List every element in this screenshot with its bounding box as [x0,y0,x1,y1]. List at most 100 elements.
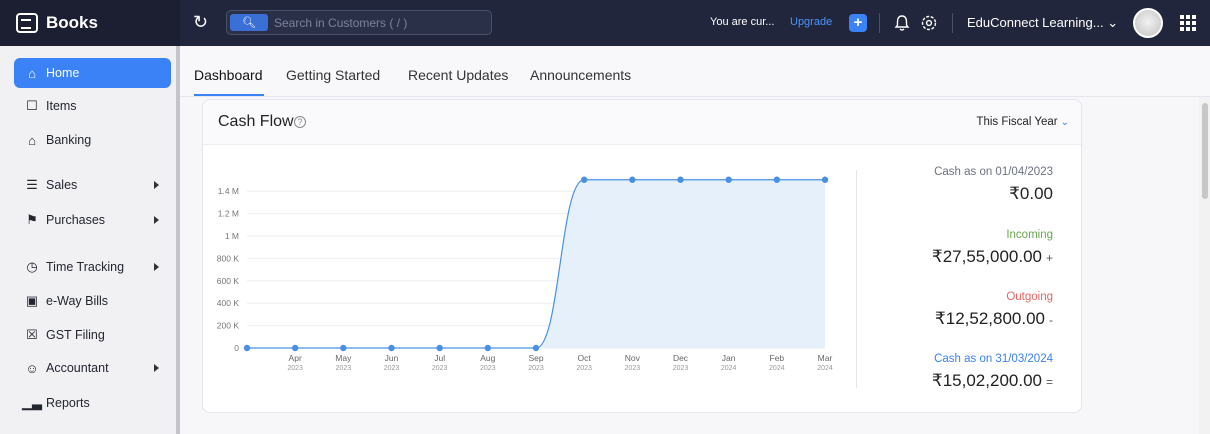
data-point [243,344,251,352]
data-point [436,344,443,352]
data-point [484,344,492,352]
sidebar-item-gst-filing[interactable]: ☒ GST Filing [14,320,171,350]
data-point [291,344,299,352]
cash-flow-chart: 0 200 K 400 K 600 K 800 K 1 M 1.2 M 1.4 M Apr 202… [217,176,833,372]
bell-icon[interactable] [893,14,911,32]
x-tick-year: 2023 [625,365,641,372]
accountant-icon: ☺ [25,360,39,376]
app-name: Books [46,13,98,32]
data-point [388,344,395,352]
sidebar-item-label: Sales [46,178,78,192]
data-point [677,176,684,183]
x-tick-label: Oct [578,353,592,363]
x-tick-year: 2023 [576,365,592,372]
sidebar-item-label: Banking [46,133,92,147]
apps-grid-icon[interactable] [1180,15,1196,31]
home-icon: ⌂ [28,65,36,81]
x-tick-label: Mar [818,353,833,363]
tab-dashboard[interactable]: Dashboard [194,67,263,83]
chevron-down-icon: ⌄ [1107,15,1119,30]
period-dropdown[interactable]: This Fiscal Year ⌄ [976,116,1069,128]
y-tick-label: 1.2 M [218,209,239,219]
x-tick-year: 2023 [432,365,448,372]
upgrade-link[interactable]: Upgrade [790,16,832,28]
refresh-icon[interactable]: ↻ [193,12,208,33]
top-bar: Books ↻ 🔍︎ You are cur... Upgrade + EduC… [0,0,1210,46]
chevron-down-icon: ⌄ [1060,117,1069,128]
sidebar-item-sales[interactable]: ☰ Sales [14,170,171,200]
search-scope-button[interactable]: 🔍︎ [230,14,268,31]
tab-announcements[interactable]: Announcements [530,67,631,83]
timer-icon: ◷ [26,259,38,274]
search-bar: 🔍︎ [226,10,492,35]
cart-icon: ☰ [26,177,38,192]
sidebar-item-banking[interactable]: ⌂ Banking [14,125,171,155]
active-tab-indicator [194,94,264,96]
help-circle-icon[interactable]: ? [294,116,306,128]
sidebar-item-label: Home [46,66,80,80]
card-title: Cash Flow [218,113,294,130]
x-tick-year: 2023 [287,365,303,372]
content-scrollbar[interactable] [1199,97,1210,434]
app-logo[interactable]: Books [0,0,180,46]
incoming-value: ₹27,55,000.00 + [931,247,1053,266]
sidebar-item-label: Accountant [46,361,109,375]
summary-opening: Cash as on 01/04/2023 ₹0.00 [934,166,1053,204]
trial-notice[interactable]: You are cur... [710,16,774,28]
divider [879,13,880,33]
gear-icon[interactable] [920,14,938,32]
tab-recent-updates[interactable]: Recent Updates [408,67,508,83]
sidebar-item-label: Time Tracking [46,260,125,274]
y-tick-label: 800 K [217,253,240,263]
x-tick-label: Jul [434,353,445,363]
x-tick-label: Jun [385,353,399,363]
expand-icon [154,364,159,372]
x-tick-label: May [335,353,352,363]
card-header: Cash Flow ? This Fiscal Year ⌄ [203,100,1081,145]
sidebar-item-eway-bills[interactable]: ▣ e-Way Bills [14,286,171,316]
summary-incoming: Incoming ₹27,55,000.00 + [932,229,1053,267]
x-tick-year: 2024 [721,365,737,372]
sidebar-item-reports[interactable]: ▁▃ Reports [14,388,171,418]
sidebar-item-label: e-Way Bills [46,294,109,308]
expand-icon [154,181,159,189]
opening-value: ₹0.00 [1009,184,1053,203]
sidebar-item-time-tracking[interactable]: ◷ Time Tracking [14,252,171,282]
x-tick-label: Aug [480,353,495,363]
sidebar-item-purchases[interactable]: ⚑ Purchases [14,205,171,235]
x-tick-label: Nov [625,353,641,363]
sidebar-scrollbar[interactable] [176,46,180,434]
x-tick-year: 2023 [336,365,352,372]
sidebar-item-home[interactable]: ⌂ Home [14,58,171,88]
data-point [340,344,347,352]
search-icon: 🔍︎ [242,17,256,29]
gst-icon: ☒ [26,327,38,342]
search-input[interactable] [274,15,484,30]
opening-label: Cash as on 01/04/2023 [934,166,1053,178]
quick-create-button[interactable]: + [849,14,867,32]
outgoing-value: ₹12,52,800.00- [934,309,1053,328]
y-tick-label: 400 K [217,298,240,308]
x-tick-label: Feb [770,353,785,363]
books-logo-icon [16,13,38,33]
y-tick-label: 0 [234,343,239,353]
sidebar-item-items[interactable]: ☐ Items [14,91,171,121]
avatar[interactable] [1133,8,1163,38]
x-tick-label: Sep [528,353,543,363]
tab-getting-started[interactable]: Getting Started [286,67,380,83]
x-tick-year: 2023 [384,365,400,372]
y-tick-label: 1.4 M [218,186,239,196]
org-name: EduConnect Learning... [967,15,1104,30]
incoming-label: Incoming [1006,229,1053,241]
x-tick-label: Jan [722,353,736,363]
sidebar-item-label: GST Filing [46,328,105,342]
y-tick-label: 1 M [225,231,239,241]
sidebar: ⌂ Home ☐ Items ⌂ Banking ☰ Sales ⚑ Purch… [0,46,176,434]
sidebar-item-label: Items [46,99,77,113]
data-point [725,176,732,183]
org-switcher[interactable]: EduConnect Learning... ⌄ [967,15,1118,31]
summary-closing: Cash as on 31/03/2024 ₹15,02,200.00 = [932,353,1053,391]
scrollbar-thumb[interactable] [1202,103,1208,199]
summary-outgoing: Outgoing ₹12,52,800.00- [935,291,1053,329]
sidebar-item-accountant[interactable]: ☺ Accountant [14,353,171,383]
